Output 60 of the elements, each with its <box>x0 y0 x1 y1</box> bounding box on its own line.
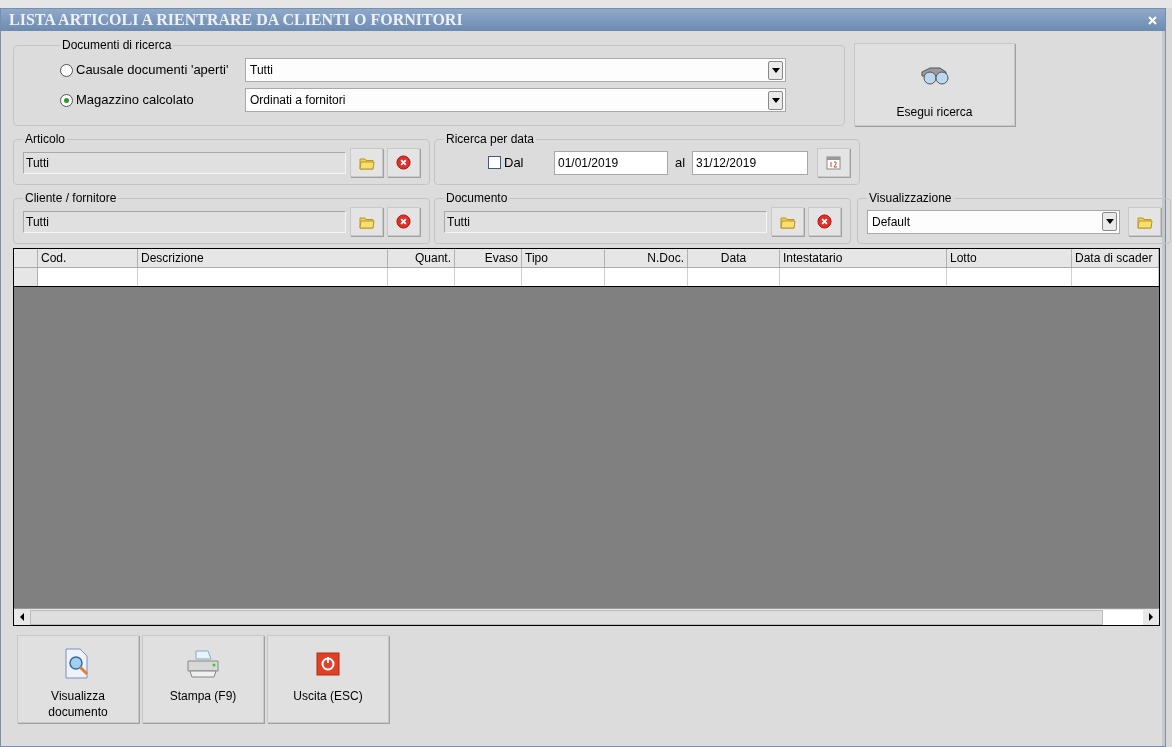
clear-button[interactable] <box>808 207 841 236</box>
folder-icon <box>779 214 796 229</box>
radio-button[interactable] <box>60 93 73 107</box>
column-header[interactable]: Evaso <box>455 249 522 267</box>
column-header[interactable]: Data <box>688 249 780 267</box>
dropdown-arrow-button[interactable] <box>1102 212 1117 231</box>
clear-icon <box>396 155 411 170</box>
column-header[interactable]: Cod. <box>38 249 138 267</box>
group-title: Documenti di ricerca <box>61 37 173 54</box>
window-title: LISTA ARTICOLI A RIENTRARE DA CLIENTI O FORNITORI <box>9 10 463 30</box>
caret-icon <box>771 67 780 73</box>
group-title: Articolo <box>24 131 66 148</box>
dropdown-arrow-button[interactable] <box>768 90 783 110</box>
power-icon <box>316 652 340 676</box>
clear-icon <box>396 214 411 229</box>
read-only-field[interactable]: Tutti <box>23 151 346 174</box>
read-only-field[interactable]: Tutti <box>23 210 346 233</box>
binoculars-icon <box>919 67 950 85</box>
column-header[interactable]: N.Doc. <box>605 249 688 267</box>
search-button[interactable]: Esegui ricerca <box>854 43 1015 126</box>
caret-icon <box>771 97 780 103</box>
folder-icon <box>358 214 375 229</box>
radio-button[interactable] <box>60 63 73 77</box>
close-icon[interactable] <box>1148 15 1157 25</box>
date-field[interactable]: 31/12/2019 <box>692 150 808 175</box>
group-title: Documento <box>445 190 509 207</box>
toolbar-button[interactable]: Visualizza documento <box>17 635 139 723</box>
dropdown[interactable]: Default <box>867 209 1120 234</box>
column-header[interactable]: Lotto <box>947 249 1072 267</box>
row-header-cell[interactable] <box>14 268 38 286</box>
column-header[interactable]: Quant. <box>388 249 455 267</box>
calendar-button[interactable] <box>817 148 850 177</box>
group-title: Ricerca per data <box>445 131 536 148</box>
radio-option[interactable]: Causale documenti 'aperti' <box>60 60 245 80</box>
folder-icon <box>1136 214 1153 229</box>
checkbox-option[interactable]: Dal <box>488 152 554 173</box>
browse-button[interactable] <box>1128 207 1161 236</box>
dropdown-arrow-button[interactable] <box>768 60 783 80</box>
folder-icon <box>358 155 375 170</box>
calendar-icon <box>826 155 841 170</box>
read-only-field[interactable]: Tutti <box>444 210 767 233</box>
clear-button[interactable] <box>387 148 420 177</box>
group-title: Visualizzazione <box>868 190 953 207</box>
date-field[interactable]: 01/01/2019 <box>554 150 668 175</box>
column-header[interactable]: Intestatario <box>780 249 947 267</box>
column-header[interactable]: Descrizione <box>138 249 388 267</box>
column-header[interactable]: Tipo <box>522 249 605 267</box>
toolbar-button[interactable]: Uscita (ESC) <box>267 635 389 723</box>
clear-button[interactable] <box>387 207 420 236</box>
printer-icon <box>186 649 220 679</box>
caret-icon <box>1105 219 1114 224</box>
checkbox[interactable] <box>488 156 501 169</box>
dropdown[interactable]: Tutti <box>245 58 786 82</box>
dropdown[interactable]: Ordinati a fornitori <box>245 88 786 112</box>
column-header[interactable]: Data di scader <box>1072 249 1159 267</box>
group-title: Cliente / fornitore <box>24 190 118 207</box>
radio-option[interactable]: Magazzino calcolato <box>60 90 245 110</box>
toolbar-button[interactable]: Stampa (F9) <box>142 635 264 723</box>
date-range-label: al <box>673 153 687 172</box>
clear-icon <box>817 214 832 229</box>
